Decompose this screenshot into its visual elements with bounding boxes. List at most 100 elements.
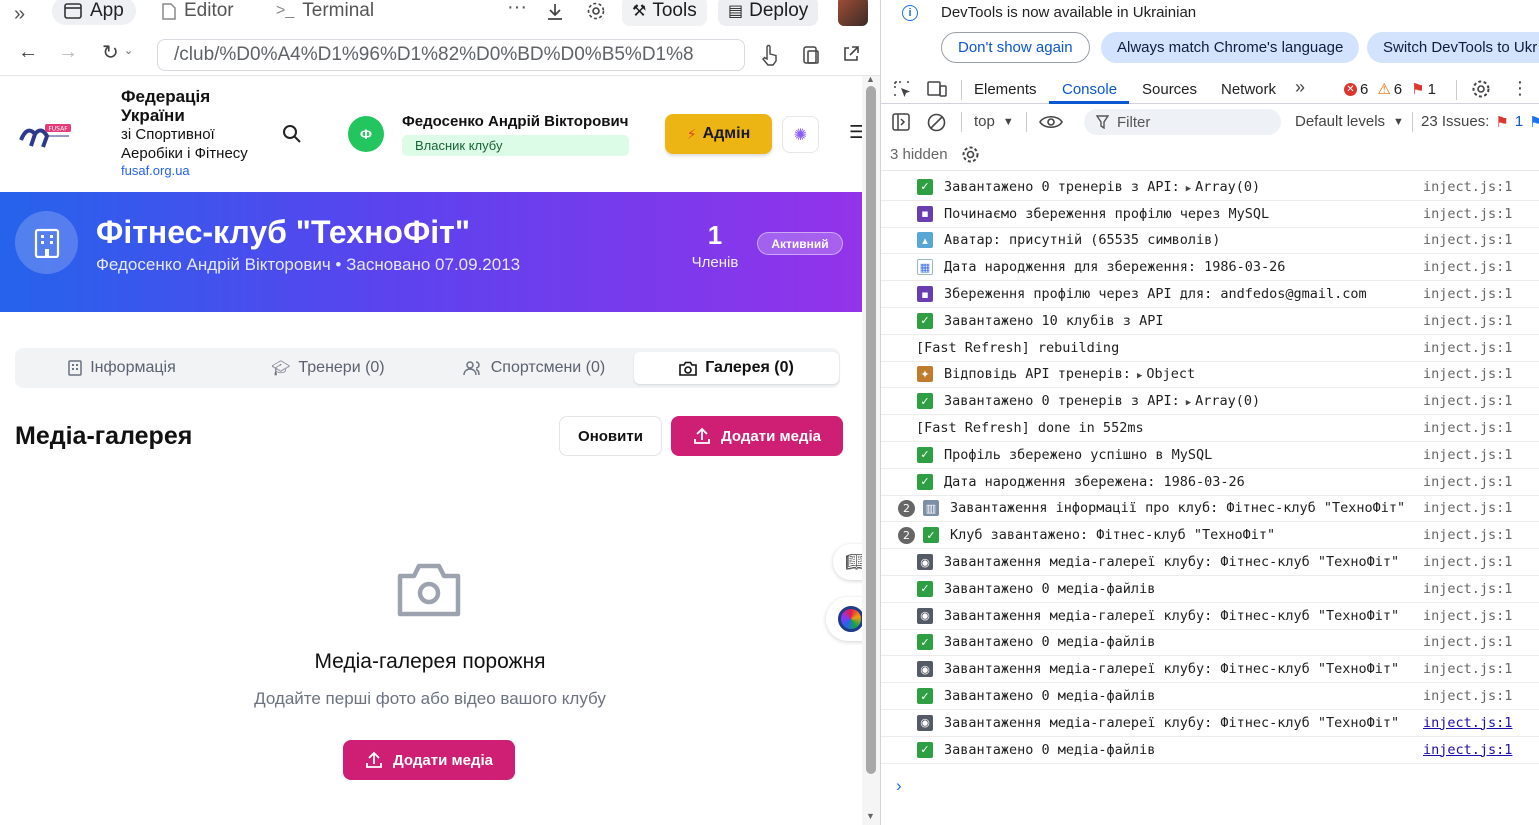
more-icon[interactable]: ··· [507,0,527,19]
source-link[interactable]: inject.js:1 [1423,742,1512,758]
camera-icon [679,361,697,376]
reload-icon[interactable]: ↻ [102,40,119,65]
settings-icon[interactable]: ✺ [782,116,819,153]
gear-icon[interactable] [586,1,606,21]
devices-icon[interactable] [802,45,820,65]
expand-triangle-icon[interactable]: ▶ [1186,184,1191,194]
source-link[interactable]: inject.js:1 [1423,474,1512,490]
chevron-down-icon[interactable]: ⌄ [124,44,133,57]
source-link[interactable]: inject.js:1 [1423,634,1512,650]
org-site-link[interactable]: fusaf.org.ua [121,163,281,179]
dropdown-arrow-icon: ▼ [1393,116,1404,128]
tab-terminal[interactable]: >_ Terminal [264,0,386,25]
source-link[interactable]: inject.js:1 [1423,340,1512,356]
expand-triangle-icon[interactable]: ▶ [1186,398,1191,408]
tab-elements[interactable]: Elements [974,81,1037,98]
external-link-icon[interactable] [842,45,860,63]
issue-flag-icon: ⚑ [1495,114,1509,131]
console-message: ✦ Відповідь API тренерів: ▶ Object inject.js… [881,362,1539,389]
gear-icon[interactable] [961,145,980,164]
message-text: Дата народження збережена: 1986-03-26 [944,474,1245,490]
tab-sources[interactable]: Sources [1142,81,1197,98]
download-icon[interactable] [545,2,565,22]
always-match-language-button[interactable]: Always match Chrome's language [1101,32,1360,63]
dont-show-again-button[interactable]: Don't show again [941,32,1090,63]
warning-icon: ⚠ [1377,81,1391,98]
refresh-button[interactable]: Оновити [559,416,662,456]
tab-gallery[interactable]: Галерея (0) [634,352,839,384]
preview-scrollbar[interactable]: ▲ ▼ [862,74,880,825]
source-link[interactable]: inject.js:1 [1423,420,1512,436]
back-arrow-icon[interactable]: ← [18,41,38,64]
source-link[interactable]: inject.js:1 [1423,206,1512,222]
inspect-element-icon[interactable] [893,80,911,98]
message-text: Завантажено 0 тренерів з API: ▶ Array(0) [944,179,1260,195]
log-levels-select[interactable]: Default levels ▼ [1295,113,1404,130]
deploy-button[interactable]: ▤ Deploy [718,0,819,26]
eye-icon[interactable] [1039,115,1063,129]
url-text: /club/%D0%A4%D1%96%D1%82%D0%BD%D0%B5%D1%… [174,44,694,65]
pointer-hand-icon[interactable] [760,44,780,66]
source-link[interactable]: inject.js:1 [1423,259,1512,275]
add-media-button[interactable]: Додати медіа [671,416,843,456]
user-avatar[interactable] [838,0,868,26]
tab-coaches[interactable]: 🎓︎ Тренери (0) [225,352,431,384]
device-toolbar-icon[interactable] [927,80,947,98]
sidebar-toggle-icon[interactable] [892,113,910,131]
source-link[interactable]: inject.js:1 [1423,366,1512,382]
scrollbar-thumb[interactable] [866,86,876,774]
expand-triangle-icon[interactable]: ▶ [1137,371,1142,381]
source-link[interactable]: inject.js:1 [1423,286,1512,302]
object-preview[interactable]: Object [1146,366,1195,382]
source-link[interactable]: inject.js:1 [1423,581,1512,597]
menu-icon[interactable]: ☰ [849,122,862,143]
console-prompt-icon[interactable]: › [896,776,902,796]
source-link[interactable]: inject.js:1 [1423,661,1512,677]
source-link[interactable]: inject.js:1 [1423,715,1512,731]
console-filter-input[interactable]: Filter [1084,109,1281,135]
double-chevron-icon[interactable]: » [14,3,25,26]
source-link[interactable]: inject.js:1 [1423,179,1512,195]
check-icon: ✓ [917,178,933,195]
source-link[interactable]: inject.js:1 [1423,313,1512,329]
tab-info[interactable]: Інформація [19,352,225,384]
more-tabs-icon[interactable]: » [1295,77,1305,98]
object-preview[interactable]: Array(0) [1195,179,1260,195]
image-icon: ▴ [917,232,933,249]
kebab-menu-icon[interactable]: ⋮ [1511,78,1529,99]
tab-editor[interactable]: Editor [150,0,246,25]
url-input[interactable]: /club/%D0%A4%D1%96%D1%82%D0%BD%D0%B5%D1%… [157,39,745,71]
source-link[interactable]: inject.js:1 [1423,688,1512,704]
object-preview[interactable]: Array(0) [1195,393,1260,409]
error-counter[interactable]: ✕ 6 ⚠ 6 ⚑ 1 [1344,80,1436,98]
tab-athletes[interactable]: Спортсмени (0) [431,352,637,384]
tab-network[interactable]: Network [1221,81,1276,98]
gear-icon[interactable] [1471,79,1491,99]
divider [961,112,962,132]
color-wheel-button[interactable] [826,597,862,641]
empty-add-media-button[interactable]: Додати медіа [343,740,515,780]
switch-language-button[interactable]: Switch DevTools to Ukr [1367,32,1539,63]
source-link[interactable]: inject.js:1 [1423,232,1512,248]
issues-button[interactable]: 23 Issues: ⚑ 1 ⚑ [1421,113,1539,131]
source-link[interactable]: inject.js:1 [1423,393,1512,409]
source-link[interactable]: inject.js:1 [1423,447,1512,463]
admin-button[interactable]: ⚡ Адмін [665,114,772,154]
avatar[interactable]: Ф [348,116,384,152]
color-wheel-icon [838,606,862,632]
tab-app[interactable]: App [52,0,136,25]
source-link[interactable]: inject.js:1 [1423,554,1512,570]
book-icon[interactable]: 📖︎ [833,544,862,580]
clear-console-icon[interactable] [927,113,946,132]
tab-label: Terminal [302,0,375,21]
tools-button[interactable]: ⚒ Tools [622,0,707,26]
source-link[interactable]: inject.js:1 [1423,500,1512,516]
context-select[interactable]: top ▼ [974,113,1014,130]
scroll-up-icon[interactable]: ▲ [866,74,875,84]
search-icon[interactable] [282,124,302,144]
source-link[interactable]: inject.js:1 [1423,608,1512,624]
source-link[interactable]: inject.js:1 [1423,527,1512,543]
forward-arrow-icon[interactable]: → [58,41,78,64]
scroll-down-icon[interactable]: ▼ [866,811,875,821]
tab-console[interactable]: Console [1062,81,1117,98]
